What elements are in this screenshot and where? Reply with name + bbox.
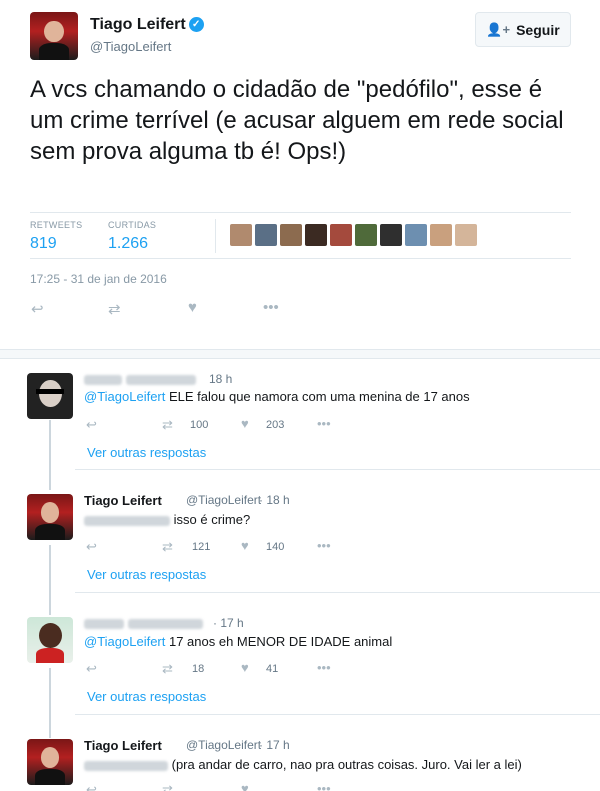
more-replies-link[interactable]: Ver outras respostas [87, 567, 206, 582]
more-replies-link[interactable]: Ver outras respostas [87, 445, 206, 460]
reply-text: (pra andar de carro, nao pra outras cois… [84, 757, 522, 772]
reply-icon[interactable]: ↩ [31, 300, 44, 318]
reply-author-name[interactable] [84, 615, 203, 630]
retweets-label: RETWEETS [30, 220, 83, 230]
like-count: 203 [266, 419, 285, 431]
reply-handle[interactable]: @TiagoLeifert [186, 493, 261, 507]
reply-text-body: isso é crime? [173, 512, 251, 527]
like-count: 140 [266, 541, 285, 553]
thread-line [49, 545, 51, 615]
reply-text-body: ELE falou que namora com uma menina de 1… [165, 389, 470, 404]
reply-handle[interactable]: @TiagoLeifert [186, 738, 261, 752]
retweet-icon[interactable]: ⇄ [162, 539, 173, 555]
author-avatar[interactable] [30, 12, 78, 60]
more-options-icon[interactable]: ••• [317, 416, 331, 431]
reply-time[interactable]: · 17 h [213, 616, 244, 630]
reply-avatar[interactable] [27, 739, 73, 785]
reply-divider [75, 592, 600, 593]
follow-button[interactable]: 👤+ Seguir [475, 12, 571, 47]
reply-divider [75, 714, 600, 715]
likes-label: CURTIDAS [108, 220, 157, 230]
reply-text-body: (pra andar de carro, nao pra outras cois… [171, 757, 522, 772]
likes-count[interactable]: 1.266 [108, 235, 148, 253]
reply-author-name[interactable] [84, 371, 196, 386]
author-name[interactable]: Tiago Leifert ✓ [90, 16, 204, 34]
reply-avatar[interactable] [27, 373, 73, 419]
like-icon[interactable]: ♥ [241, 416, 249, 431]
thread-line [49, 420, 51, 490]
reply-icon[interactable]: ↩ [86, 782, 97, 791]
retweet-count: 100 [190, 419, 209, 431]
retweet-icon[interactable]: ⇄ [162, 661, 173, 677]
reply-text: @TiagoLeifert ELE falou que namora com u… [84, 389, 470, 404]
like-icon[interactable]: ♥ [241, 538, 249, 553]
reply-text: isso é crime? [84, 512, 250, 527]
retweet-icon[interactable]: ⇄ [162, 417, 173, 433]
reply-divider [75, 469, 600, 470]
retweets-count[interactable]: 819 [30, 235, 57, 253]
reply-text: @TiagoLeifert 17 anos eh MENOR DE IDADE … [84, 634, 392, 649]
more-options-icon[interactable]: ••• [317, 660, 331, 675]
section-divider [0, 349, 600, 359]
liked-by-avatars [230, 224, 477, 246]
more-options-icon[interactable]: ••• [317, 538, 331, 553]
retweet-count: 121 [192, 541, 211, 553]
tweet-stats: RETWEETS 819 CURTIDAS 1.266 [30, 212, 571, 259]
liker-avatar[interactable] [430, 224, 452, 246]
reply-avatar[interactable] [27, 617, 73, 663]
tweet-text: A vcs chamando o cidadão de "pedófilo", … [30, 76, 564, 165]
reply-text-body: 17 anos eh MENOR DE IDADE animal [165, 634, 393, 649]
reply-avatar[interactable] [27, 494, 73, 540]
like-icon[interactable]: ♥ [241, 781, 249, 791]
liker-avatar[interactable] [305, 224, 327, 246]
liker-avatar[interactable] [455, 224, 477, 246]
liker-avatar[interactable] [330, 224, 352, 246]
liker-avatar[interactable] [230, 224, 252, 246]
liker-avatar[interactable] [380, 224, 402, 246]
more-replies-link[interactable]: Ver outras respostas [87, 689, 206, 704]
reply-icon[interactable]: ↩ [86, 661, 97, 677]
retweet-icon[interactable]: ⇄ [108, 300, 121, 318]
like-count: 41 [266, 663, 279, 675]
liker-avatar[interactable] [255, 224, 277, 246]
mention-link[interactable]: @TiagoLeifert [84, 389, 165, 404]
reply-time[interactable]: · 18 h [259, 493, 290, 507]
author-name-text[interactable]: Tiago Leifert [90, 16, 186, 33]
reply-time[interactable]: 18 h [209, 372, 232, 386]
reply-icon[interactable]: ↩ [86, 417, 97, 433]
reply-time[interactable]: · 17 h [259, 738, 290, 752]
reply-author-name[interactable]: Tiago Leifert [84, 738, 162, 753]
reply-icon[interactable]: ↩ [86, 539, 97, 555]
mention-link[interactable]: @TiagoLeifert [84, 634, 165, 649]
reply-author-name[interactable]: Tiago Leifert [84, 493, 162, 508]
follow-button-label: Seguir [516, 21, 560, 38]
follow-user-icon: 👤+ [486, 21, 511, 37]
like-icon[interactable]: ♥ [241, 660, 249, 675]
like-icon[interactable]: ♥ [188, 299, 197, 316]
verified-badge-icon: ✓ [188, 17, 204, 33]
stats-divider [215, 219, 216, 253]
liker-avatar[interactable] [405, 224, 427, 246]
liker-avatar[interactable] [280, 224, 302, 246]
tweet-timestamp[interactable]: 17:25 - 31 de jan de 2016 [30, 272, 167, 286]
retweet-icon[interactable]: ⇄ [162, 782, 173, 791]
author-handle[interactable]: @TiagoLeifert [90, 39, 171, 54]
retweet-count: 18 [192, 663, 205, 675]
more-options-icon[interactable]: ••• [263, 299, 279, 316]
liker-avatar[interactable] [355, 224, 377, 246]
more-options-icon[interactable]: ••• [317, 781, 331, 791]
thread-line [49, 668, 51, 738]
